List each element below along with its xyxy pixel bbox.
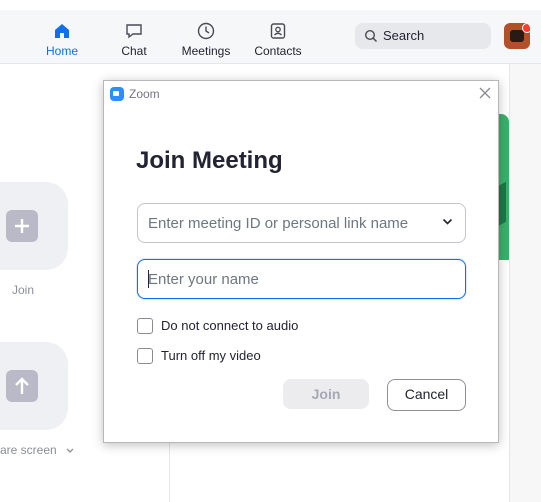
- join-meeting-dialog: Zoom Join Meeting Enter meeting ID or pe…: [103, 80, 499, 443]
- tab-contacts-label: Contacts: [254, 44, 302, 58]
- dialog-heading: Join Meeting: [136, 147, 283, 174]
- no-video-label: Turn off my video: [161, 348, 261, 363]
- dialog-window-title: Zoom: [129, 87, 160, 101]
- meeting-id-placeholder: Enter meeting ID or personal link name: [148, 215, 409, 232]
- home-icon: [55, 24, 69, 38]
- zoom-logo-icon: [110, 87, 124, 101]
- join-tile-label: Join: [12, 283, 35, 297]
- right-side-panel: [509, 64, 541, 502]
- cancel-button[interactable]: Cancel: [387, 379, 466, 411]
- avatar-image: [510, 30, 524, 42]
- top-nav-bar: Home Chat Meetings Contacts Search: [0, 10, 541, 64]
- chevron-down-icon[interactable]: [66, 448, 74, 454]
- no-video-checkbox[interactable]: [137, 348, 153, 364]
- clock-icon: [197, 22, 215, 40]
- chat-icon: [126, 24, 142, 39]
- join-tile[interactable]: [0, 182, 68, 270]
- search-box[interactable]: Search: [355, 23, 491, 49]
- upload-arrow-icon: [6, 370, 38, 402]
- tab-home[interactable]: Home: [42, 10, 82, 63]
- tab-meetings[interactable]: Meetings: [176, 10, 236, 63]
- share-screen-tile[interactable]: [0, 342, 68, 430]
- search-icon: [364, 29, 378, 43]
- tab-chat-label: Chat: [121, 44, 147, 58]
- tab-meetings-label: Meetings: [181, 44, 231, 58]
- tab-home-label: Home: [45, 44, 78, 58]
- search-label: Search: [383, 28, 425, 43]
- name-input[interactable]: Enter your name: [137, 259, 466, 299]
- name-placeholder: Enter your name: [148, 271, 259, 288]
- panel-divider: [169, 440, 170, 502]
- tab-contacts[interactable]: Contacts: [251, 10, 305, 63]
- avatar[interactable]: [504, 23, 530, 49]
- chevron-down-icon[interactable]: [442, 218, 453, 226]
- tab-chat[interactable]: Chat: [114, 10, 154, 63]
- no-audio-label: Do not connect to audio: [161, 318, 299, 333]
- card-stripe: [498, 181, 506, 227]
- close-icon[interactable]: [478, 86, 492, 100]
- join-button[interactable]: Join: [283, 379, 369, 409]
- no-audio-checkbox[interactable]: [137, 318, 153, 334]
- share-screen-text: are screen: [0, 443, 57, 457]
- share-screen-label: are screen: [0, 443, 74, 457]
- plus-icon: [6, 210, 38, 242]
- notification-dot: [522, 23, 530, 33]
- meeting-id-combobox[interactable]: Enter meeting ID or personal link name: [137, 203, 466, 243]
- contacts-icon: [270, 23, 286, 39]
